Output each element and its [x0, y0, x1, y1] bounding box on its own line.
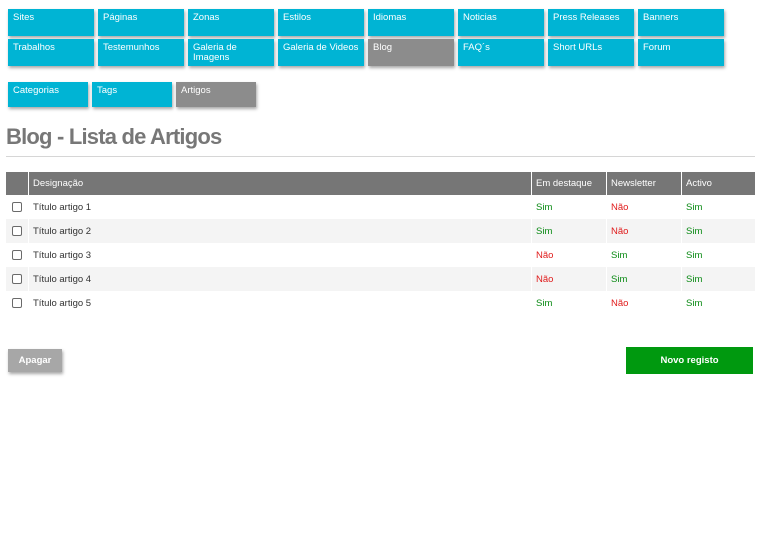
- nav-idiomas[interactable]: Idiomas: [368, 9, 454, 36]
- cell-newsletter: Sim: [606, 267, 682, 291]
- table-row: Título artigo 4 Não Sim Sim: [6, 267, 755, 291]
- row-select-cell: [6, 267, 29, 291]
- nav-zonas[interactable]: Zonas: [188, 9, 274, 36]
- cell-newsletter: Sim: [606, 243, 682, 267]
- cell-designation[interactable]: Título artigo 4: [28, 267, 532, 291]
- nav-noticias[interactable]: Noticias: [458, 9, 544, 36]
- nav-testemunhos[interactable]: Testemunhos: [98, 39, 184, 66]
- cell-featured: Sim: [531, 291, 607, 315]
- row-checkbox[interactable]: [12, 201, 22, 212]
- cell-featured: Não: [531, 267, 607, 291]
- cell-active: Sim: [681, 291, 755, 315]
- nav-estilos[interactable]: Estilos: [278, 9, 364, 36]
- cell-featured: Sim: [531, 195, 607, 219]
- cell-active: Sim: [681, 267, 755, 291]
- nav-tags[interactable]: Tags: [92, 82, 172, 107]
- nav-galeria-de-videos[interactable]: Galeria de Videos: [278, 39, 364, 66]
- table-header-row: Designação Em destaque Newsletter Activo: [6, 172, 755, 195]
- header-featured[interactable]: Em destaque: [531, 172, 607, 195]
- new-record-button[interactable]: Novo registo: [626, 347, 753, 374]
- cell-featured: Sim: [531, 219, 607, 243]
- articles-table: Designação Em destaque Newsletter Activo…: [6, 172, 755, 315]
- cell-featured: Não: [531, 243, 607, 267]
- cell-designation[interactable]: Título artigo 2: [28, 219, 532, 243]
- row-checkbox[interactable]: [12, 273, 22, 284]
- main-nav-row-2: Trabalhos Testemunhos Galeria de Imagens Ga…: [8, 39, 724, 66]
- blog-subnav: Categorias Tags Artigos: [8, 82, 256, 107]
- nav-categorias[interactable]: Categorias: [8, 82, 88, 107]
- nav-blog[interactable]: Blog: [368, 39, 454, 66]
- header-active[interactable]: Activo: [681, 172, 755, 195]
- row-select-cell: [6, 243, 29, 267]
- cell-active: Sim: [681, 195, 755, 219]
- nav-forum[interactable]: Forum: [638, 39, 724, 66]
- cell-active: Sim: [681, 219, 755, 243]
- row-select-cell: [6, 219, 29, 243]
- nav-trabalhos[interactable]: Trabalhos: [8, 39, 94, 66]
- cell-designation[interactable]: Título artigo 1: [28, 195, 532, 219]
- header-designation[interactable]: Designação: [28, 172, 532, 195]
- nav-artigos[interactable]: Artigos: [176, 82, 256, 107]
- nav-faq-s[interactable]: FAQ´s: [458, 39, 544, 66]
- cell-newsletter: Não: [606, 195, 682, 219]
- cell-designation[interactable]: Título artigo 5: [28, 291, 532, 315]
- nav-banners[interactable]: Banners: [638, 9, 724, 36]
- title-divider: [6, 156, 755, 157]
- row-select-cell: [6, 195, 29, 219]
- main-nav-row-1: Sites Páginas Zonas Estilos Idiomas Noticias P…: [8, 9, 724, 36]
- table-row: Título artigo 5 Sim Não Sim: [6, 291, 755, 315]
- row-checkbox[interactable]: [12, 249, 22, 260]
- nav-paginas[interactable]: Páginas: [98, 9, 184, 36]
- nav-short-urls[interactable]: Short URLs: [548, 39, 634, 66]
- nav-sites[interactable]: Sites: [8, 9, 94, 36]
- row-checkbox[interactable]: [12, 297, 22, 308]
- page-title: Blog - Lista de Artigos: [6, 124, 222, 149]
- cell-newsletter: Não: [606, 291, 682, 315]
- table-row: Título artigo 3 Não Sim Sim: [6, 243, 755, 267]
- nav-galeria-de-imagens[interactable]: Galeria de Imagens: [188, 39, 274, 66]
- table-row: Título artigo 1 Sim Não Sim: [6, 195, 755, 219]
- cell-active: Sim: [681, 243, 755, 267]
- row-select-cell: [6, 291, 29, 315]
- row-checkbox[interactable]: [12, 225, 22, 236]
- nav-press-releases[interactable]: Press Releases: [548, 9, 634, 36]
- cell-newsletter: Não: [606, 219, 682, 243]
- table-row: Título artigo 2 Sim Não Sim: [6, 219, 755, 243]
- cell-designation[interactable]: Título artigo 3: [28, 243, 532, 267]
- delete-button[interactable]: Apagar: [8, 349, 62, 372]
- header-newsletter[interactable]: Newsletter: [606, 172, 682, 195]
- header-select: [6, 172, 29, 195]
